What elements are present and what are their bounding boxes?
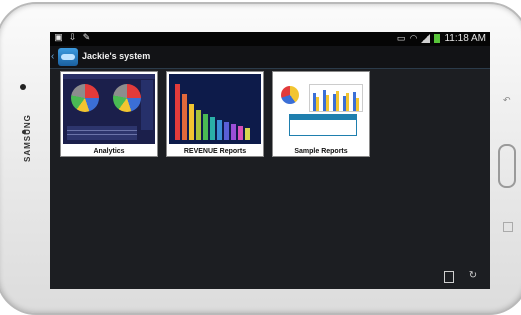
signal-icon [421,34,431,43]
page-title: Jackie's system [82,51,151,61]
analytics-thumbnail [63,74,155,144]
download-notification-icon: ⇩ [68,32,77,42]
tile-label: Analytics [93,148,125,155]
hardware-back-key[interactable]: ↶ [503,96,511,105]
tile-label: Sample Reports [294,148,348,155]
system-icons: ▭ ◠ 11:18 AM [397,33,486,44]
refresh-icon[interactable]: ↻ [468,271,478,281]
pie-chart-thumbnail [113,84,141,112]
screen: ▣ ⇩ ✎ ▭ ◠ 11:18 AM ‹ Jackie's system Ana… [50,32,490,289]
tile-analytics[interactable]: Analytics [60,71,158,157]
pie-chart-thumbnail [71,84,99,112]
app-logo-icon[interactable] [58,48,78,66]
thumbnail-side-panel [141,80,153,130]
calculator-icon[interactable] [444,271,454,283]
bar-chart-graphic [175,84,250,140]
thumbnail-header [63,74,155,79]
tile-sample-reports[interactable]: Sample Reports [272,71,370,157]
bar-chart-thumbnail [173,80,257,140]
brand-logo: SAMSUNG [23,114,32,162]
image-notification-icon: ▣ [54,32,63,42]
up-caret-icon[interactable]: ‹ [51,51,54,62]
tile-label: REVENUE Reports [183,148,247,155]
action-bar: ‹ Jackie's system [50,46,490,69]
clock: 11:18 AM [444,33,486,44]
hardware-menu-key[interactable] [503,222,513,232]
hardware-home-button[interactable] [498,144,516,188]
revenue-thumbnail [169,74,261,144]
front-camera [20,84,26,90]
vibrate-icon: ▭ [396,33,406,43]
wifi-icon: ◠ [409,33,418,43]
sample-thumbnail [275,74,367,144]
notification-icons: ▣ ⇩ ✎ [54,33,91,42]
reports-grid: Analytics REVENUE Reports Sample Reports… [50,69,490,289]
pie-chart-thumbnail [281,86,299,104]
tile-revenue-reports[interactable]: REVENUE Reports [166,71,264,157]
bar-chart-graphic [313,90,359,111]
bottom-toolbar: ↻ [444,271,478,283]
edit-notification-icon: ✎ [82,32,91,42]
bar-chart-thumbnail [309,84,363,112]
battery-icon [434,34,441,43]
thumbnail-table [67,126,137,140]
thumbnail-table [289,114,357,136]
status-bar: ▣ ⇩ ✎ ▭ ◠ 11:18 AM [50,32,490,46]
